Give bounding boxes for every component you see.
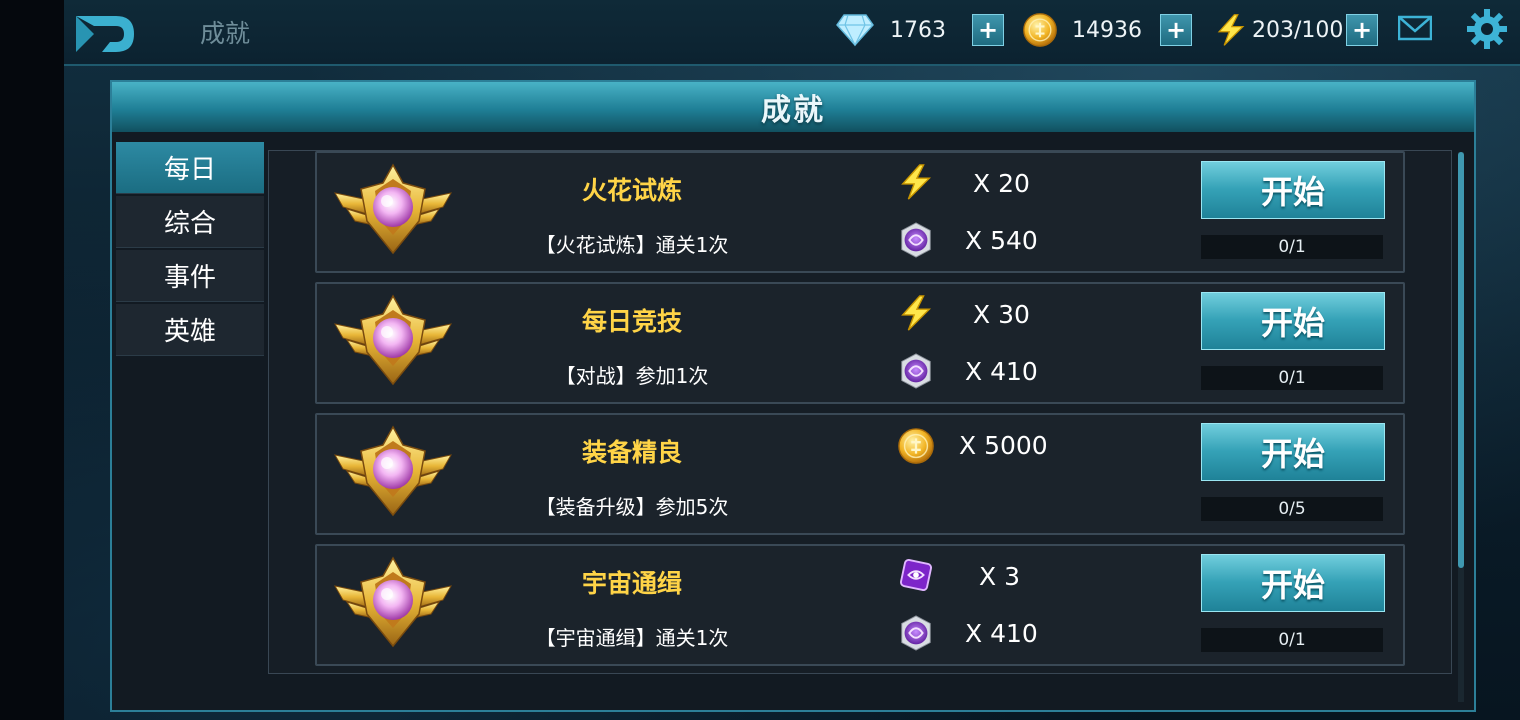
quest-description: 【对战】参加1次 bbox=[555, 364, 709, 388]
achievement-medal-icon bbox=[333, 294, 453, 390]
tab-general[interactable]: 综合 bbox=[116, 196, 264, 248]
quest-name: 每日竞技 bbox=[581, 307, 682, 336]
reward-amount: X 3 bbox=[979, 562, 1020, 591]
purple-token-icon bbox=[897, 614, 935, 652]
tab-heroes[interactable]: 英雄 bbox=[116, 304, 264, 356]
reward-amount: X 20 bbox=[973, 169, 1030, 198]
lightning-icon bbox=[897, 163, 935, 201]
mail-icon[interactable] bbox=[1398, 14, 1432, 42]
quest-name: 宇宙通缉 bbox=[581, 569, 682, 598]
lightning-icon bbox=[1214, 12, 1248, 48]
achievement-medal-icon bbox=[333, 163, 453, 259]
purple-token-icon bbox=[897, 352, 935, 390]
quest-description: 【宇宙通缉】通关1次 bbox=[535, 626, 729, 650]
category-tabs: 每日 综合 事件 英雄 bbox=[116, 142, 266, 358]
back-arrow-icon[interactable] bbox=[72, 12, 138, 56]
scrollbar[interactable] bbox=[1458, 152, 1464, 702]
reward-amount: X 410 bbox=[965, 619, 1038, 648]
gear-icon[interactable] bbox=[1466, 8, 1508, 50]
quest-progress: 0/1 bbox=[1201, 235, 1383, 259]
achievement-medal-icon bbox=[333, 425, 453, 521]
reward-amount: X 540 bbox=[965, 226, 1038, 255]
page-title: 成就 bbox=[200, 19, 251, 48]
panel-header: 成就 bbox=[112, 82, 1474, 132]
add-energy-button[interactable]: + bbox=[1346, 14, 1378, 46]
quest-description: 【火花试炼】通关1次 bbox=[535, 233, 729, 257]
quest-progress: 0/1 bbox=[1201, 628, 1383, 652]
quest-progress: 0/1 bbox=[1201, 366, 1383, 390]
tab-events[interactable]: 事件 bbox=[116, 250, 264, 302]
gold-coin-icon bbox=[897, 427, 935, 465]
lightning-icon bbox=[897, 294, 935, 332]
quest-name: 装备精良 bbox=[581, 438, 682, 467]
quest-list[interactable]: 火花试炼 【火花试炼】通关1次 X 20 X 540 开始 0/1 每日竞技 【… bbox=[268, 150, 1452, 674]
quest-card: 宇宙通缉 【宇宙通缉】通关1次 X 3 X 410 开始 0/1 bbox=[315, 544, 1405, 666]
coin-counter: 14936 + bbox=[1022, 10, 1192, 50]
start-button[interactable]: 开始 bbox=[1201, 161, 1385, 219]
diamond-counter: 1763 + bbox=[836, 10, 1004, 50]
reward-amount: X 5000 bbox=[959, 431, 1048, 460]
tab-daily[interactable]: 每日 bbox=[116, 142, 264, 194]
panel-title: 成就 bbox=[761, 93, 825, 128]
quest-card: 装备精良 【装备升级】参加5次 X 5000 开始 0/5 bbox=[315, 413, 1405, 535]
reward-amount: X 30 bbox=[973, 300, 1030, 329]
diamond-count: 1763 bbox=[890, 17, 946, 43]
purple-ticket-icon bbox=[897, 556, 935, 594]
add-coin-button[interactable]: + bbox=[1160, 14, 1192, 46]
quest-progress: 0/5 bbox=[1201, 497, 1383, 521]
energy-count: 203/100 bbox=[1252, 17, 1344, 43]
start-button[interactable]: 开始 bbox=[1201, 423, 1385, 481]
start-button[interactable]: 开始 bbox=[1201, 554, 1385, 612]
achievements-panel: 成就 每日 综合 事件 英雄 火花试炼 【火花试炼】通关1次 X 20 X 54… bbox=[110, 80, 1476, 712]
quest-description: 【装备升级】参加5次 bbox=[535, 495, 729, 519]
achievement-medal-icon bbox=[333, 556, 453, 652]
gold-coin-icon bbox=[1022, 12, 1058, 48]
coin-count: 14936 bbox=[1072, 17, 1142, 43]
diamond-icon bbox=[836, 14, 874, 47]
reward-amount: X 410 bbox=[965, 357, 1038, 386]
start-button[interactable]: 开始 bbox=[1201, 292, 1385, 350]
purple-token-icon bbox=[897, 221, 935, 259]
quest-card: 每日竞技 【对战】参加1次 X 30 X 410 开始 0/1 bbox=[315, 282, 1405, 404]
add-diamond-button[interactable]: + bbox=[972, 14, 1004, 46]
scrollbar-thumb[interactable] bbox=[1458, 152, 1464, 568]
quest-card: 火花试炼 【火花试炼】通关1次 X 20 X 540 开始 0/1 bbox=[315, 151, 1405, 273]
quest-name: 火花试炼 bbox=[581, 176, 682, 205]
energy-counter: 203/100 + bbox=[1214, 10, 1378, 50]
